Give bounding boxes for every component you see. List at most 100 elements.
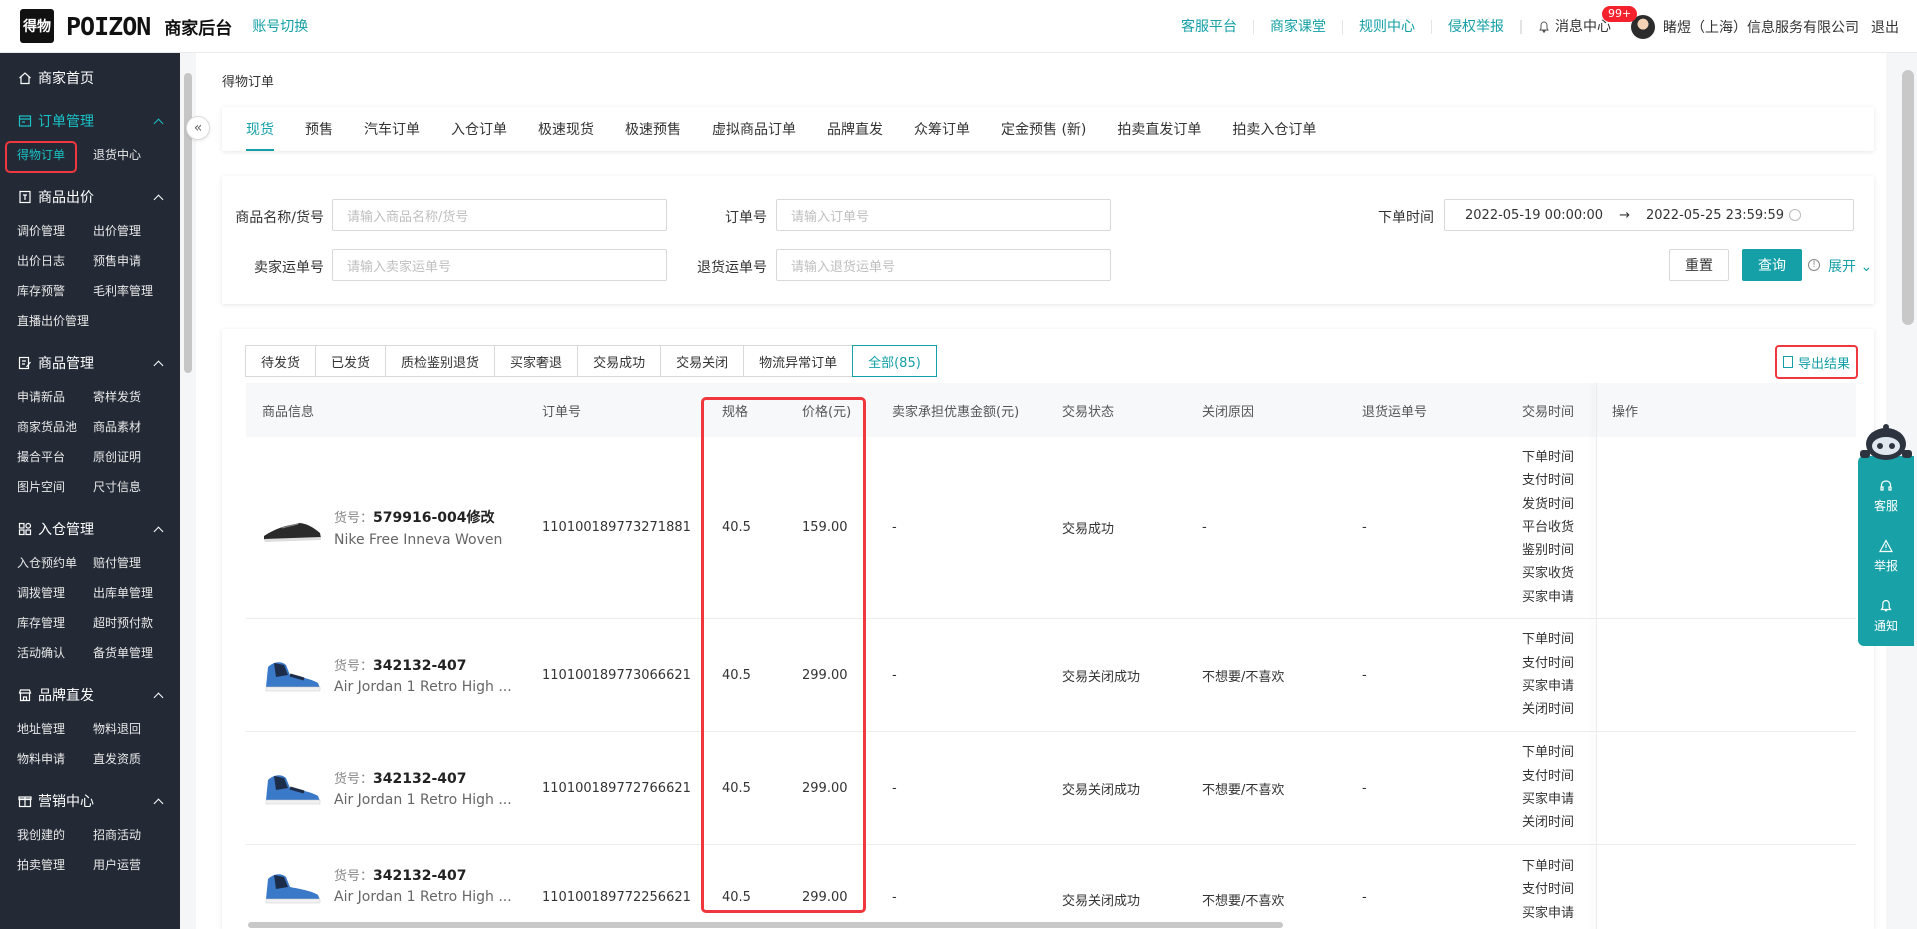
link-infringement-report[interactable]: 侵权举报 [1432,19,1521,34]
customer-service-button[interactable]: 客服 [1858,466,1914,526]
sidebar-item-material-return[interactable]: 物料退回 [93,713,180,743]
sidebar-item-home[interactable]: 商家首页 [0,53,180,103]
order-no-input[interactable]: 请输入订单号 [776,199,1111,231]
sidebar-item-new-product[interactable]: 申请新品 [17,381,93,411]
sidebar-item-my-created[interactable]: 我创建的 [17,819,93,849]
sidebar-item-outbound[interactable]: 出库单管理 [93,577,180,607]
sidebar-item-stock-alert[interactable]: 库存预警 [17,275,93,305]
sidebar-group-marketing[interactable]: 营销中心 [0,783,180,819]
home-icon [19,72,31,85]
tab-deposit-presale[interactable]: 定金预售 (新) [1001,107,1086,151]
sidebar-item-live-bid[interactable]: 直播出价管理 [17,305,93,335]
tab-express-presale[interactable]: 极速预售 [625,107,681,151]
sidebar-group-bidding[interactable]: 商品出价 [0,179,180,215]
sidebar-item-user-operation[interactable]: 用户运营 [93,849,180,879]
status-tab-shipped[interactable]: 已发货 [315,345,387,377]
switch-account-link[interactable]: 账号切换 [252,16,308,36]
floating-service-bar: 客服 举报 通知 [1858,456,1914,646]
sidebar-group-orders-items: 得物订单 退货中心 [0,139,180,173]
sidebar-item-activity-confirm[interactable]: 活动确认 [17,637,93,667]
table-row[interactable]: 货号：342132-407 Air Jordan 1 Retro High ..… [246,845,1856,929]
status-tab-all[interactable]: 全部(85) [852,345,937,377]
double-chevron-left-icon: « [193,120,203,136]
sidebar-item-margin-manage[interactable]: 毛利率管理 [93,275,180,305]
order-time-range-picker[interactable]: 2022-05-19 00:00:00 → 2022-05-25 23:59:5… [1444,199,1854,231]
sidebar-item-compensation[interactable]: 赔付管理 [93,547,180,577]
sidebar-item-size-info[interactable]: 尺寸信息 [93,471,180,501]
robot-assistant-icon[interactable] [1856,420,1914,468]
message-center-button[interactable]: 消息中心 99+ [1521,5,1638,34]
sidebar-item-overdue-prepay[interactable]: 超时预付款 [93,607,180,637]
sidebar-scrollbar[interactable] [180,53,196,929]
tab-spot[interactable]: 现货 [246,107,274,151]
reset-button[interactable]: 重置 [1669,249,1729,281]
seller-waybill-input[interactable]: 请输入卖家运单号 [332,249,667,281]
product-search-input[interactable]: 请输入商品名称/货号 [332,199,667,231]
sidebar-group-warehouse[interactable]: 入仓管理 [0,511,180,547]
notification-button[interactable]: 通知 [1858,586,1914,646]
sidebar-item-original-proof[interactable]: 原创证明 [93,441,180,471]
tab-auction-warehouse[interactable]: 拍卖入仓订单 [1232,107,1316,151]
status-tab-pending-ship[interactable]: 待发货 [245,345,317,377]
link-merchant-classroom[interactable]: 商家课堂 [1254,19,1343,34]
status-tab-closed[interactable]: 交易关闭 [660,345,745,377]
sidebar-item-matching-platform[interactable]: 撮合平台 [17,441,93,471]
order-no-cell: 110100189772256621 [542,890,691,905]
sidebar-item-direct-qualification[interactable]: 直发资质 [93,743,180,773]
sidebar-group-brand-direct[interactable]: 品牌直发 [0,677,180,713]
sidebar-item-stocking-order[interactable]: 备货单管理 [93,637,180,667]
product-thumbnail[interactable] [260,865,324,909]
table-row[interactable]: 货号：579916-004修改 Nike Free Inneva Woven 1… [246,437,1856,619]
status-tab-buyer-return[interactable]: 买家奢退 [494,345,579,377]
sidebar-item-transfer[interactable]: 调拨管理 [17,577,93,607]
link-rules-center[interactable]: 规则中心 [1343,19,1432,34]
tab-presale[interactable]: 预售 [305,107,333,151]
sidebar-item-image-space[interactable]: 图片空间 [17,471,93,501]
report-button[interactable]: 举报 [1858,526,1914,586]
tab-auction-direct[interactable]: 拍卖直发订单 [1117,107,1201,151]
sidebar-item-auction-manage[interactable]: 拍卖管理 [17,849,93,879]
tab-crowdfunding[interactable]: 众筹订单 [914,107,970,151]
link-customer-service-platform[interactable]: 客服平台 [1165,19,1254,34]
return-waybill-input[interactable]: 请输入退货运单号 [776,249,1111,281]
sidebar-item-recruit-activity[interactable]: 招商活动 [93,819,180,849]
col-trade-time: 交易时间 [1522,404,1574,420]
tab-express-spot[interactable]: 极速现货 [538,107,594,151]
tab-brand-direct[interactable]: 品牌直发 [827,107,883,151]
table-horizontal-scrollbar[interactable] [248,922,1283,928]
query-button[interactable]: 查询 [1742,249,1802,281]
status-tab-logistics-exception[interactable]: 物流异常订单 [743,345,854,377]
page-vertical-scrollbar[interactable] [1902,70,1914,325]
logout-button[interactable]: 退出 [1871,17,1899,37]
product-thumbnail[interactable] [260,766,324,810]
product-thumbnail[interactable] [260,653,324,697]
sidebar-item-price-adjust[interactable]: 调价管理 [17,215,93,245]
sidebar-item-bid-manage[interactable]: 出价管理 [93,215,180,245]
sidebar-item-dewu-orders[interactable]: 得物订单 [5,139,93,173]
sidebar-item-product-assets[interactable]: 商品素材 [93,411,180,441]
sidebar-item-material-apply[interactable]: 物料申请 [17,743,93,773]
table-row[interactable]: 货号：342132-407 Air Jordan 1 Retro High ..… [246,619,1856,732]
export-results-button[interactable]: 导出结果 [1774,345,1858,379]
sidebar-group-orders[interactable]: 订单管理 [0,103,180,139]
expand-filters-button[interactable]: 展开 ⌄ [1828,256,1872,276]
sidebar-item-returns-center[interactable]: 退货中心 [93,139,180,169]
sidebar-item-goods-pool[interactable]: 商家货品池 [17,411,93,441]
product-thumbnail[interactable] [260,506,324,550]
sidebar-group-products[interactable]: 商品管理 [0,345,180,381]
sidebar-item-bid-log[interactable]: 出价日志 [17,245,93,275]
info-icon[interactable]: ! [1808,259,1820,271]
sidebar-item-inbound-booking[interactable]: 入仓预约单 [17,547,93,577]
tab-virtual-orders[interactable]: 虚拟商品订单 [712,107,796,151]
status-tab-success[interactable]: 交易成功 [577,345,662,377]
sidebar-item-sample-ship[interactable]: 寄样发货 [93,381,180,411]
collapse-sidebar-button[interactable]: « [186,116,210,140]
tab-warehouse-orders[interactable]: 入仓订单 [451,107,507,151]
table-row[interactable]: 货号：342132-407 Air Jordan 1 Retro High ..… [246,732,1856,845]
status-tab-qc-return[interactable]: 质检鉴别退货 [385,345,496,377]
float-label: 客服 [1873,498,1898,513]
sidebar-item-address[interactable]: 地址管理 [17,713,93,743]
tab-car-orders[interactable]: 汽车订单 [364,107,420,151]
sidebar-item-inventory[interactable]: 库存管理 [17,607,93,637]
sidebar-item-presale-apply[interactable]: 预售申请 [93,245,180,275]
